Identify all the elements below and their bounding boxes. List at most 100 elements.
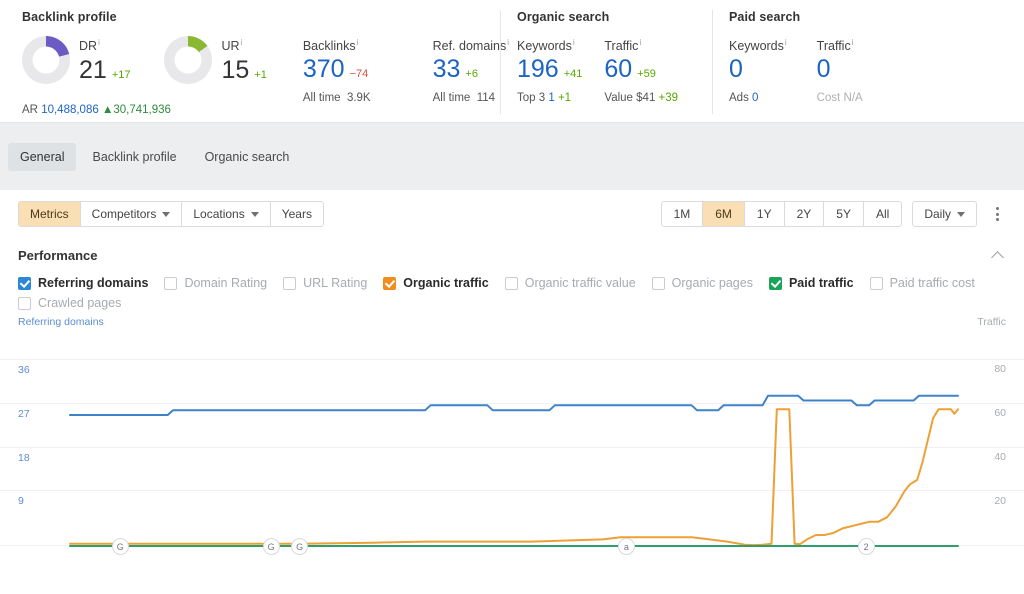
locations-button[interactable]: Locations xyxy=(182,202,271,226)
info-icon[interactable]: i xyxy=(639,38,641,47)
section-tabs: General Backlink profile Organic search xyxy=(0,122,1024,190)
checkbox-box-icon xyxy=(283,276,297,290)
metric-value: 60 xyxy=(604,55,633,84)
metric-domain-rating[interactable]: DRi 21 +17 xyxy=(22,36,130,84)
range-1m[interactable]: 1M xyxy=(661,202,704,226)
checkbox-crawled-pages[interactable]: Crawled pages xyxy=(18,296,121,310)
metric-value: 0 xyxy=(729,55,743,84)
overview-bar: Backlink profile DRi 21 +17 URi 15 +1 Ba… xyxy=(0,0,1024,122)
organic-search-title: Organic search xyxy=(517,10,610,24)
info-icon[interactable]: i xyxy=(573,38,575,47)
metric-label: Ref. domainsi xyxy=(432,38,510,54)
checkbox-row: Referring domains Domain Rating URL Rati… xyxy=(18,276,1006,290)
metric-label: Keywordsi xyxy=(729,38,787,54)
overview-group-backlink-profile: Backlink profile DRi 21 +17 URi 15 +1 Ba… xyxy=(0,10,509,116)
kebab-menu-icon[interactable] xyxy=(986,201,1008,227)
ahrefs-rank-value: 10,488,086 xyxy=(41,104,99,116)
metric-paid-keywords[interactable]: Keywordsi 0 Ads 0 xyxy=(729,36,787,104)
checkbox-organic-pages[interactable]: Organic pages xyxy=(651,276,753,290)
granularity-dropdown[interactable]: Daily xyxy=(912,201,977,227)
ahrefs-rank-line: AR 10,488,086 ▲30,741,936 xyxy=(22,104,171,116)
metric-value: 196 xyxy=(517,55,559,84)
metric-subline: Cost N/A xyxy=(816,92,863,105)
info-icon[interactable]: i xyxy=(357,38,359,47)
checkbox-row: Crawled pages xyxy=(18,296,1006,310)
chevron-down-icon xyxy=(250,211,259,217)
chart-annotation-marker[interactable]: G xyxy=(291,538,309,555)
metrics-button[interactable]: Metrics xyxy=(19,202,81,226)
tab-organic-search[interactable]: Organic search xyxy=(193,143,302,171)
tab-backlink-profile[interactable]: Backlink profile xyxy=(80,143,188,171)
date-range-group: 1M 6M 1Y 2Y 5Y All xyxy=(660,201,903,227)
chart-annotation-marker[interactable]: G xyxy=(111,538,129,555)
info-icon[interactable]: i xyxy=(98,38,100,47)
info-icon[interactable]: i xyxy=(241,38,243,47)
dr-donut xyxy=(22,36,70,84)
metric-subline: Value $41 +39 xyxy=(604,92,679,105)
series-line xyxy=(69,394,959,416)
info-icon[interactable]: i xyxy=(785,38,787,47)
chart-toolbar: Metrics Competitors Locations Years 1M 6… xyxy=(0,190,1024,238)
metric-label: Traffici xyxy=(816,38,854,54)
chart-annotation-marker[interactable]: 2 xyxy=(857,538,875,555)
metric-delta: +6 xyxy=(465,68,478,81)
checkbox-organic-traffic[interactable]: Organic traffic xyxy=(383,276,489,290)
range-5y[interactable]: 5Y xyxy=(824,202,864,226)
checkbox-paid-traffic-cost[interactable]: Paid traffic cost xyxy=(869,276,975,290)
checkbox-organic-traffic-value[interactable]: Organic traffic value xyxy=(504,276,636,290)
metric-ref-domains[interactable]: Ref. domainsi 33 +6 All time 114 xyxy=(433,36,509,104)
metric-delta: +59 xyxy=(637,68,656,81)
range-1y[interactable]: 1Y xyxy=(744,202,785,226)
tab-general[interactable]: General xyxy=(8,142,77,171)
metric-value: 33 xyxy=(432,55,461,84)
filter-button-group: Metrics Competitors Locations Years xyxy=(18,201,324,227)
metric-subline: All time 3.9K xyxy=(302,92,371,105)
metric-label: URi xyxy=(221,38,243,54)
metric-value: 15 xyxy=(221,55,250,84)
years-button[interactable]: Years xyxy=(270,202,323,226)
info-icon[interactable]: i xyxy=(852,38,854,47)
checkbox-referring-domains[interactable]: Referring domains xyxy=(18,276,148,290)
checkbox-check-icon xyxy=(18,276,31,290)
ahrefs-rank-delta: ▲30,741,936 xyxy=(101,104,171,116)
range-6m[interactable]: 6M xyxy=(703,202,745,226)
metric-value: 21 xyxy=(79,55,107,84)
chart-annotation-marker[interactable]: G xyxy=(262,538,280,555)
metric-value: 370 xyxy=(302,55,345,84)
range-all[interactable]: All xyxy=(863,202,902,226)
series-line xyxy=(69,408,959,547)
chevron-up-icon[interactable] xyxy=(992,248,1006,262)
checkbox-box-icon xyxy=(164,276,178,290)
metric-label: Traffici xyxy=(604,38,642,54)
checkbox-box-icon xyxy=(18,296,31,310)
metric-delta: +41 xyxy=(563,68,583,81)
metric-subline: Top 3 1 +1 xyxy=(517,92,572,105)
checkbox-check-icon xyxy=(383,276,397,290)
metric-delta: +1 xyxy=(254,68,267,81)
metric-value: 0 xyxy=(816,55,831,84)
metric-paid-traffic[interactable]: Traffici 0 Cost N/A xyxy=(817,36,863,104)
metric-organic-keywords[interactable]: Keywordsi 196 +41 Top 3 1 +1 xyxy=(517,36,582,104)
chevron-down-icon xyxy=(162,211,171,217)
checkbox-url-rating[interactable]: URL Rating xyxy=(283,276,367,290)
range-2y[interactable]: 2Y xyxy=(784,202,825,226)
metric-backlinks[interactable]: Backlinksi 370 −74 All time 3.9K xyxy=(303,36,371,104)
checkbox-domain-rating[interactable]: Domain Rating xyxy=(164,276,267,290)
chart-plot xyxy=(69,394,959,547)
metric-delta: −74 xyxy=(349,68,369,81)
metric-delta: +17 xyxy=(111,68,131,81)
metric-checkboxes: Referring domains Domain Rating URL Rati… xyxy=(0,272,1024,310)
checkbox-paid-traffic[interactable]: Paid traffic xyxy=(768,276,854,290)
backlink-profile-title: Backlink profile xyxy=(22,10,117,24)
checkbox-check-icon xyxy=(768,276,782,290)
competitors-button[interactable]: Competitors xyxy=(80,202,183,226)
overview-group-paid-search: Paid search Keywordsi 0 Ads 0 Traffici 0 xyxy=(712,10,912,114)
performance-chart[interactable]: Referring domains Traffic 36 80 27 60 18 40 9 2… xyxy=(0,316,1024,556)
performance-header: Performance xyxy=(0,238,1024,272)
overview-group-organic-search: Organic search Keywordsi 196 +41 Top 3 1… xyxy=(500,10,712,114)
checkbox-box-icon xyxy=(504,276,518,290)
chart-annotation-marker[interactable]: a xyxy=(617,538,635,555)
metric-organic-traffic[interactable]: Traffici 60 +59 Value $41 +39 xyxy=(604,36,678,104)
chevron-down-icon xyxy=(957,211,965,217)
metric-url-rating[interactable]: URi 15 +1 xyxy=(164,36,267,84)
